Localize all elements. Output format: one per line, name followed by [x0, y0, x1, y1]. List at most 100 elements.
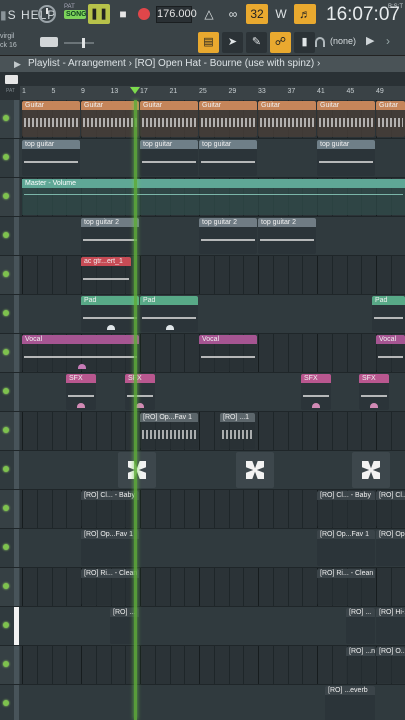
track-mute-led[interactable] — [3, 466, 9, 472]
playlist-track-lane[interactable] — [0, 373, 405, 412]
track-color-strip[interactable] — [14, 412, 19, 450]
playlist-track-lane[interactable] — [0, 646, 405, 685]
clip-open-fav[interactable]: [RO] Op...Fav 1 — [376, 530, 405, 566]
clip-guitar[interactable]: Guitar — [22, 101, 80, 137]
track-color-strip[interactable] — [14, 139, 19, 177]
track-mute-led[interactable] — [3, 193, 9, 199]
track-mute-led[interactable] — [3, 544, 9, 550]
track-color-strip[interactable] — [14, 178, 19, 216]
track-mute-led[interactable] — [3, 310, 9, 316]
track-color-strip[interactable] — [14, 334, 19, 372]
wait-input-button[interactable]: ∞ — [222, 4, 244, 24]
clip-vocal[interactable]: Vocal — [199, 335, 257, 371]
clip-ro-short[interactable]: [RO] ... — [346, 608, 375, 644]
stamp-tool-button[interactable]: ▮ — [294, 32, 315, 53]
clip-drum-pattern[interactable] — [236, 452, 274, 488]
track-color-strip[interactable] — [14, 217, 19, 255]
track-color-strip[interactable] — [14, 607, 19, 645]
track-mute-led[interactable] — [3, 583, 9, 589]
arrow-tool-button[interactable]: ➤ — [222, 32, 243, 53]
playlist-track-lane[interactable] — [0, 295, 405, 334]
track-color-strip[interactable] — [14, 568, 19, 606]
clip-drum-pattern[interactable] — [118, 452, 156, 488]
playlist-title-bar[interactable]: ▶ Playlist - Arrangement › [RO] Open Hat… — [0, 56, 405, 72]
clip-guitar[interactable]: Guitar — [376, 101, 405, 137]
clip-sfx[interactable]: SFX — [125, 374, 155, 410]
metronome-button[interactable]: △ — [198, 4, 220, 24]
clip-pad[interactable]: Pad — [140, 296, 198, 332]
playhead-marker-icon[interactable] — [130, 87, 140, 94]
track-mute-led[interactable] — [3, 154, 9, 160]
clip-sfx[interactable]: SFX — [301, 374, 331, 410]
playlist-track-lane[interactable] — [0, 412, 405, 451]
track-color-strip[interactable] — [14, 490, 19, 528]
snap-dropdown-arrow-icon[interactable]: ▶ — [366, 34, 374, 47]
clip-top-guitar[interactable]: top guitar — [140, 140, 198, 176]
track-color-strip[interactable] — [14, 451, 19, 489]
clip-vocal[interactable]: Vocal — [376, 335, 405, 371]
track-mute-led[interactable] — [3, 388, 9, 394]
draw-tool-button[interactable]: ✎ — [246, 32, 267, 53]
clip-top-guitar-2[interactable]: top guitar 2 — [199, 218, 257, 254]
clip-top-guitar[interactable]: top guitar — [199, 140, 257, 176]
playhead-line[interactable] — [134, 100, 137, 720]
tempo-display[interactable]: 176.000 — [156, 6, 197, 23]
clip-sfx[interactable]: SFX — [66, 374, 96, 410]
track-color-strip[interactable] — [14, 646, 19, 684]
track-color-strip[interactable] — [14, 100, 19, 138]
clip-clap[interactable]: [RO] Cl... - Baby — [376, 491, 405, 527]
pause-button[interactable]: ❚❚ — [88, 4, 110, 24]
clip-drum-pattern[interactable] — [352, 452, 390, 488]
track-mute-led[interactable] — [3, 115, 9, 121]
clip-master-volume[interactable]: Master - Volume — [22, 179, 405, 215]
record-button[interactable] — [135, 4, 153, 24]
track-mute-led[interactable] — [3, 349, 9, 355]
clip-guitar[interactable]: Guitar — [140, 101, 198, 137]
clip-top-guitar-2[interactable]: top guitar 2 — [258, 218, 316, 254]
track-mute-led[interactable] — [3, 622, 9, 628]
clip-top-guitar-2[interactable]: top guitar 2 — [81, 218, 139, 254]
track-color-strip[interactable] — [14, 256, 19, 294]
clip-ro-o[interactable]: [RO] O... — [376, 647, 405, 683]
clip-open-hat[interactable]: [RO] Op...Fav 1 — [140, 413, 198, 449]
clip-guitar[interactable]: Guitar — [317, 101, 375, 137]
blend-notes-button[interactable]: ♬ — [294, 4, 316, 24]
countdown-button[interactable]: 32 — [246, 4, 268, 24]
clip-ac-gtr[interactable]: ac gtr...ert_1 — [81, 257, 131, 293]
clip-open-fav[interactable]: [RO] Op...Fav 1 — [81, 530, 139, 566]
clip-clap[interactable]: [RO] Cl... - Baby — [317, 491, 375, 527]
clip-open-fav[interactable]: [RO] Op...Fav 1 — [317, 530, 375, 566]
clip-guitar[interactable]: Guitar — [258, 101, 316, 137]
track-mute-led[interactable] — [3, 271, 9, 277]
snap-selector[interactable]: (none) — [330, 36, 356, 46]
clip-open-hat[interactable]: [RO] ...1 — [220, 413, 255, 449]
clip-pad[interactable]: Pad — [372, 296, 405, 332]
track-mute-led[interactable] — [3, 661, 9, 667]
piano-roll-icon[interactable] — [5, 75, 18, 84]
clip-ro-hi[interactable]: [RO] Hi-... — [376, 608, 405, 644]
track-color-strip[interactable] — [14, 685, 19, 720]
playlist-menu-button[interactable]: ▤ — [198, 32, 219, 53]
clip-pad[interactable]: Pad — [81, 296, 139, 332]
playlist-track-lane[interactable] — [0, 607, 405, 646]
timeline-ruler[interactable]: 1 5 9 13 17 21 25 29 33 37 41 45 49 — [20, 86, 405, 100]
link-tool-button[interactable]: ☍ — [270, 32, 291, 53]
clip-ro-reverb[interactable]: [RO] ...everb — [325, 686, 375, 720]
time-format-label[interactable]: B:S:T — [388, 4, 403, 10]
track-color-strip[interactable] — [14, 295, 19, 333]
track-mute-led[interactable] — [3, 505, 9, 511]
clip-top-guitar[interactable]: top guitar — [22, 140, 80, 176]
track-mute-led[interactable] — [3, 232, 9, 238]
clip-guitar[interactable]: Guitar — [81, 101, 139, 137]
master-volume-knob[interactable] — [38, 5, 56, 23]
playlist-options-icon[interactable]: ▶ — [14, 56, 21, 72]
track-color-strip[interactable] — [14, 529, 19, 567]
stop-button[interactable]: ■ — [113, 4, 133, 24]
clip-vocal[interactable]: Vocal — [22, 335, 139, 371]
playlist-track-lane[interactable] — [0, 256, 405, 295]
track-color-strip[interactable] — [14, 373, 19, 411]
clip-rim[interactable]: [RO] Ri... - Clean — [317, 569, 375, 605]
clip-clap[interactable]: [RO] Cl... - Baby — [81, 491, 139, 527]
track-mute-led[interactable] — [3, 700, 9, 706]
clip-top-guitar[interactable]: top guitar — [317, 140, 375, 176]
